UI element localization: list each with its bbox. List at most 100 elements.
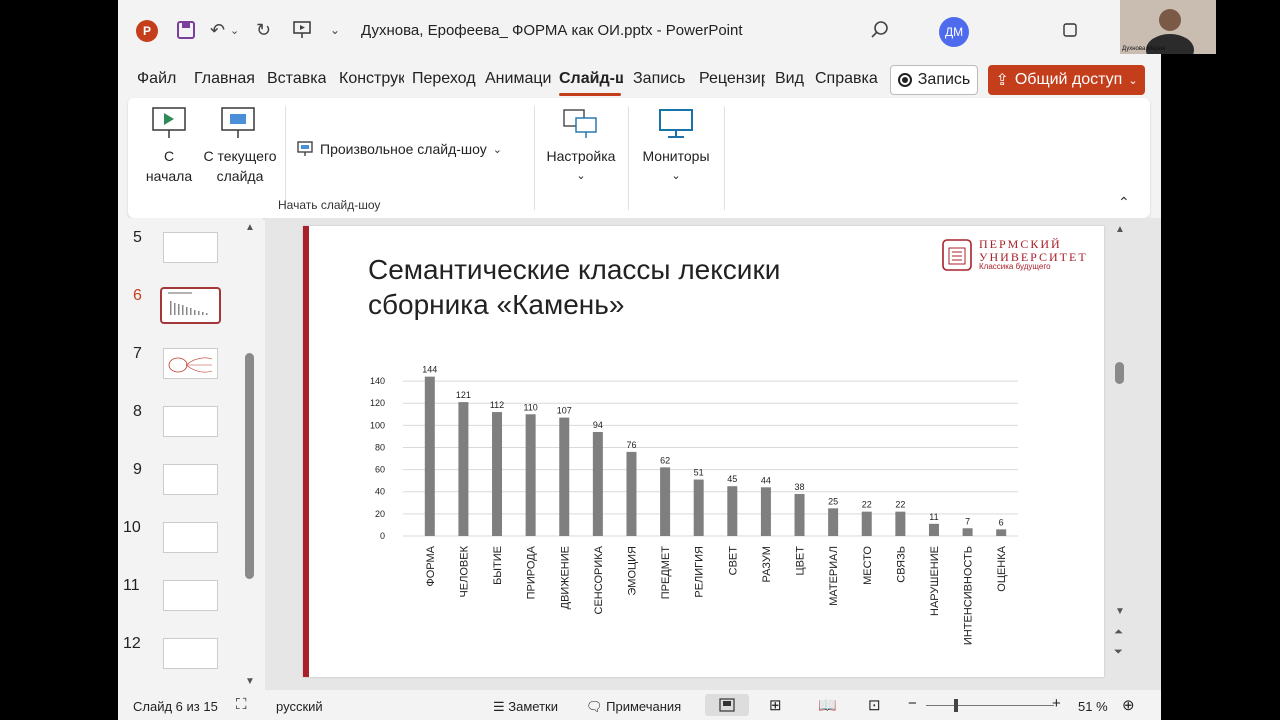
save-icon[interactable] <box>176 18 196 42</box>
from-start-label: С начала <box>145 148 193 184</box>
tab-home[interactable]: Главная <box>194 70 255 88</box>
maximize-icon[interactable] <box>1062 18 1078 42</box>
slide-counter: Слайд 6 из 15 <box>133 699 218 714</box>
undo-icon[interactable]: ↶ <box>210 18 225 42</box>
slide-thumbnail[interactable] <box>163 232 218 263</box>
tab-view[interactable]: Вид <box>775 70 804 88</box>
tab-review[interactable]: Рецензирование <box>699 70 765 88</box>
tab-slideshow[interactable]: Слайд-шоу <box>559 70 623 88</box>
collapse-ribbon-icon[interactable]: ⌃ <box>1118 194 1130 211</box>
bar <box>559 417 570 536</box>
scroll-up-icon[interactable]: ▲ <box>1115 224 1125 235</box>
tab-transitions[interactable]: Переходы <box>412 70 476 88</box>
data-label: 25 <box>828 496 838 506</box>
custom-slideshow-button[interactable]: Произвольное слайд-шоу ⌄ <box>296 138 502 160</box>
share-button[interactable]: ⇪ Общий доступ ⌄ <box>988 65 1145 95</box>
data-label: 11 <box>929 512 938 522</box>
reading-view-icon[interactable]: 📖 <box>818 696 837 714</box>
data-label: 6 <box>999 517 1004 527</box>
data-label: 107 <box>557 406 572 416</box>
slide-thumbnail[interactable] <box>163 348 218 379</box>
webcam-overlay: Духнова Мария <box>1120 0 1216 54</box>
custom-slideshow-label: Произвольное слайд-шоу <box>320 141 487 157</box>
zoom-in-icon[interactable]: + <box>1052 695 1061 712</box>
editor-scrollbar[interactable] <box>1115 362 1124 384</box>
thumb-number: 10 <box>123 519 141 536</box>
slide-thumbnail[interactable] <box>163 406 218 437</box>
bar <box>794 493 805 536</box>
x-tick-label: ЦВЕТ <box>795 546 807 576</box>
bar <box>962 528 973 536</box>
tab-help[interactable]: Справка <box>815 70 878 88</box>
normal-view-button[interactable] <box>705 694 749 716</box>
bar <box>660 467 671 536</box>
avatar[interactable]: ДМ <box>939 17 969 47</box>
x-tick-label: МЕСТО <box>862 546 874 585</box>
slide-sorter-icon[interactable]: ⊞ <box>769 696 782 714</box>
tab-file[interactable]: Файл <box>137 70 176 88</box>
slide-canvas[interactable]: Семантические классы лексики сборника «К… <box>303 226 1104 677</box>
slide-title[interactable]: Семантические классы лексики сборника «К… <box>368 252 888 322</box>
zoom-slider-thumb[interactable] <box>954 699 958 712</box>
zoom-slider[interactable] <box>926 705 1054 706</box>
tab-design[interactable]: Конструктор <box>339 70 404 88</box>
notes-icon: ☰ <box>493 699 509 714</box>
notes-button[interactable]: ☰ Заметки <box>493 699 558 715</box>
chevron-down-icon: ⌄ <box>671 170 681 182</box>
previous-slide-icon[interactable]: ⏶ <box>1114 626 1123 639</box>
x-tick-label: ПРЕДМЕТ <box>660 546 672 600</box>
slide-thumbnail[interactable] <box>163 464 218 495</box>
data-label: 22 <box>895 500 905 510</box>
record-icon <box>897 73 912 87</box>
slide-thumbnail-selected[interactable] <box>160 287 221 324</box>
undo-dropdown-icon[interactable]: ⌄ <box>230 18 239 42</box>
language[interactable]: русский <box>276 699 323 714</box>
x-tick-label: СВЕТ <box>727 546 739 576</box>
next-slide-icon[interactable]: ⏷ <box>1114 646 1123 659</box>
data-label: 76 <box>626 440 636 450</box>
x-tick-label: ДВИЖЕНИЕ <box>559 546 571 609</box>
slide-thumbnail[interactable] <box>163 522 218 553</box>
slide-thumbnail[interactable] <box>163 638 218 669</box>
zoom-out-icon[interactable]: − <box>908 695 917 712</box>
chevron-down-icon: ⌄ <box>492 143 502 156</box>
x-tick-label: ПРИРОДА <box>526 545 538 599</box>
bar <box>727 486 738 536</box>
thumbnail-scrollbar[interactable] <box>245 353 254 579</box>
thumb-number: 7 <box>133 345 142 362</box>
y-tick-label: 100 <box>370 420 385 430</box>
comments-button[interactable]: 🗨 Примечания <box>586 699 681 715</box>
monitors-button[interactable]: Мониторы ⌄ <box>634 104 718 190</box>
bar <box>861 511 872 536</box>
data-label: 62 <box>660 455 670 465</box>
slide-thumbnail[interactable] <box>163 580 218 611</box>
scroll-down-icon[interactable]: ▼ <box>1115 606 1125 617</box>
bar-chart[interactable]: 0 20 40 60 80 100 120 140 144 ФОРМА 121 ЧЕЛОВЕК 112 Б… <box>353 344 1053 664</box>
tab-animations[interactable]: Анимация <box>485 70 551 88</box>
x-tick-label: ФОРМА <box>425 545 437 586</box>
tab-record[interactable]: Запись <box>633 70 686 88</box>
tab-insert[interactable]: Вставка <box>267 70 326 88</box>
scroll-down-icon[interactable]: ▼ <box>245 676 255 687</box>
scroll-up-icon[interactable]: ▲ <box>245 222 255 233</box>
from-start-button[interactable]: С начала <box>142 104 196 190</box>
fit-to-window-icon[interactable]: ⊕ <box>1122 696 1135 714</box>
customize-toolbar-icon[interactable]: ⌄ <box>330 18 340 42</box>
ribbon-tabs: Файл Главная Вставка Конструктор Переход… <box>118 62 1161 98</box>
accessibility-icon[interactable]: ⛶ <box>236 696 247 713</box>
present-icon[interactable] <box>292 18 312 42</box>
y-tick-label: 60 <box>375 465 385 475</box>
setup-button[interactable]: Настройка ⌄ <box>542 104 620 190</box>
present-from-start-icon <box>152 107 186 138</box>
slideshow-view-icon[interactable]: ⊡ <box>868 696 881 714</box>
record-button[interactable]: Запись <box>890 65 978 95</box>
ribbon-panel: С начала С текущего слайда Произвольное … <box>128 98 1150 218</box>
ribbon-separator <box>534 106 535 210</box>
y-tick-label: 80 <box>375 442 385 452</box>
zoom-level[interactable]: 51 % <box>1078 699 1108 714</box>
from-current-button[interactable]: С текущего слайда <box>200 104 280 190</box>
search-icon[interactable] <box>870 18 890 42</box>
redo-icon[interactable]: ↻ <box>256 18 271 42</box>
data-label: 44 <box>761 475 771 485</box>
university-emblem-icon <box>942 239 972 271</box>
